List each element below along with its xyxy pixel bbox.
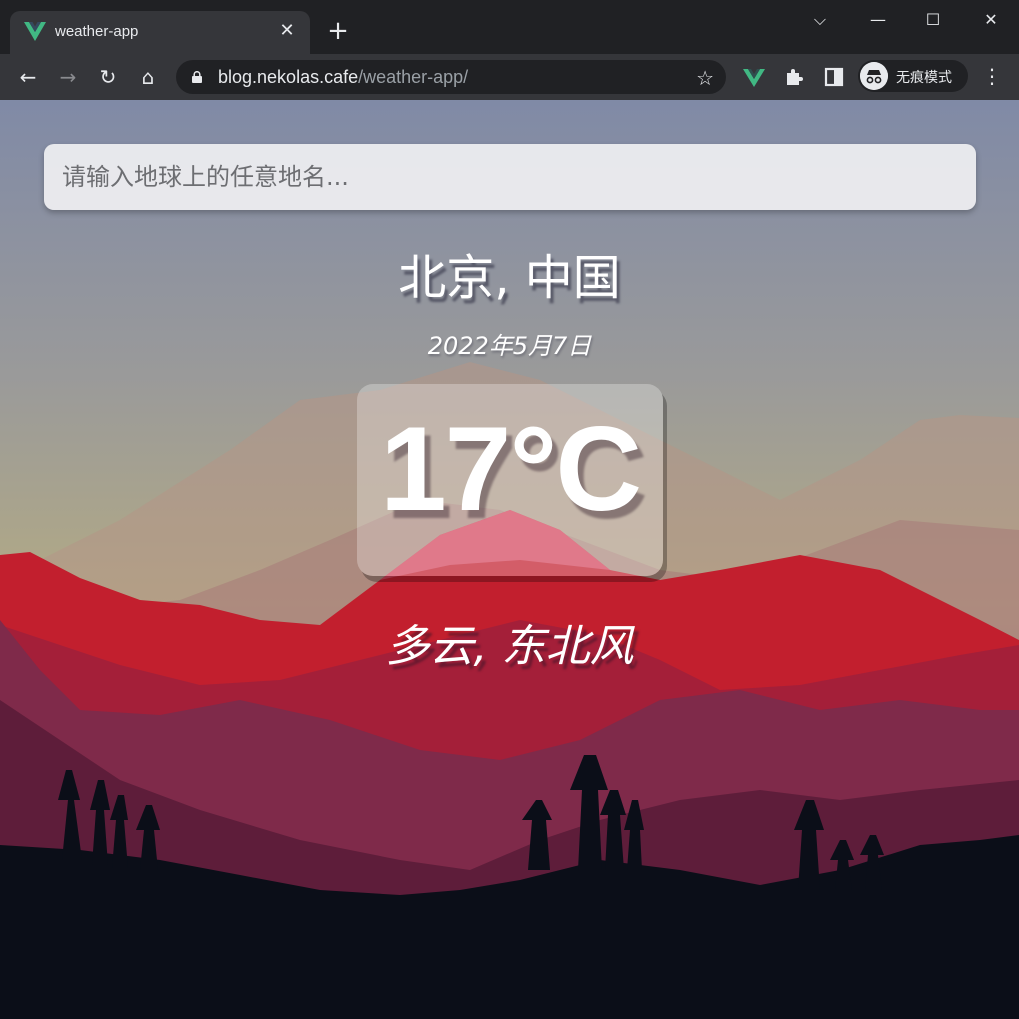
incognito-profile-button[interactable]: 无痕模式 [858,60,968,92]
current-date: 2022年5月7日 [427,332,592,360]
tab-search-icon[interactable]: ⌵ [808,8,832,32]
home-button[interactable]: ⌂ [135,64,161,90]
url-path: /weather-app/ [358,67,469,87]
weather-app-page: 北京, 中国 2022年5月7日 17°C 多云, 东北风 [0,100,1019,1019]
tab-close-icon[interactable]: ✕ [276,20,298,42]
bookmark-star-icon[interactable]: ☆ [696,66,714,90]
browser-toolbar: ← → ↻ ⌂ blog.nekolas.cafe/weather-app/ ☆… [0,54,1019,101]
tab-title: weather-app [55,23,139,40]
browser-titlebar: weather-app ✕ + ⌵ — ☐ ✕ [0,0,1019,54]
forward-button[interactable]: → [55,64,81,90]
location-search-input[interactable] [44,144,976,210]
vue-logo-icon [24,22,46,41]
incognito-label: 无痕模式 [896,70,952,86]
url-host: blog.nekolas.cafe [218,67,359,87]
reload-button[interactable]: ↻ [95,64,121,90]
minimize-button[interactable]: — [866,8,890,32]
temperature-value: 17°C [379,402,642,536]
address-bar[interactable]: blog.nekolas.cafe/weather-app/ ☆ [176,60,726,94]
close-window-button[interactable]: ✕ [979,8,1003,32]
tab-weather-app[interactable]: weather-app ✕ [10,11,310,54]
new-tab-button[interactable]: + [325,18,351,44]
lock-icon [192,71,202,83]
extensions-puzzle-icon[interactable] [781,64,807,90]
back-button[interactable]: ← [15,64,41,90]
incognito-icon [860,62,888,90]
vue-devtools-extension-icon[interactable] [741,64,767,90]
side-panel-icon[interactable] [821,64,847,90]
maximize-button[interactable]: ☐ [921,8,945,32]
url-text: blog.nekolas.cafe/weather-app/ [218,67,468,88]
location-title: 北京, 中国 [398,250,621,306]
temperature-card: 17°C [357,384,663,576]
browser-menu-icon[interactable]: ⋮ [982,64,1002,90]
weather-description: 多云, 东北风 [385,621,634,672]
